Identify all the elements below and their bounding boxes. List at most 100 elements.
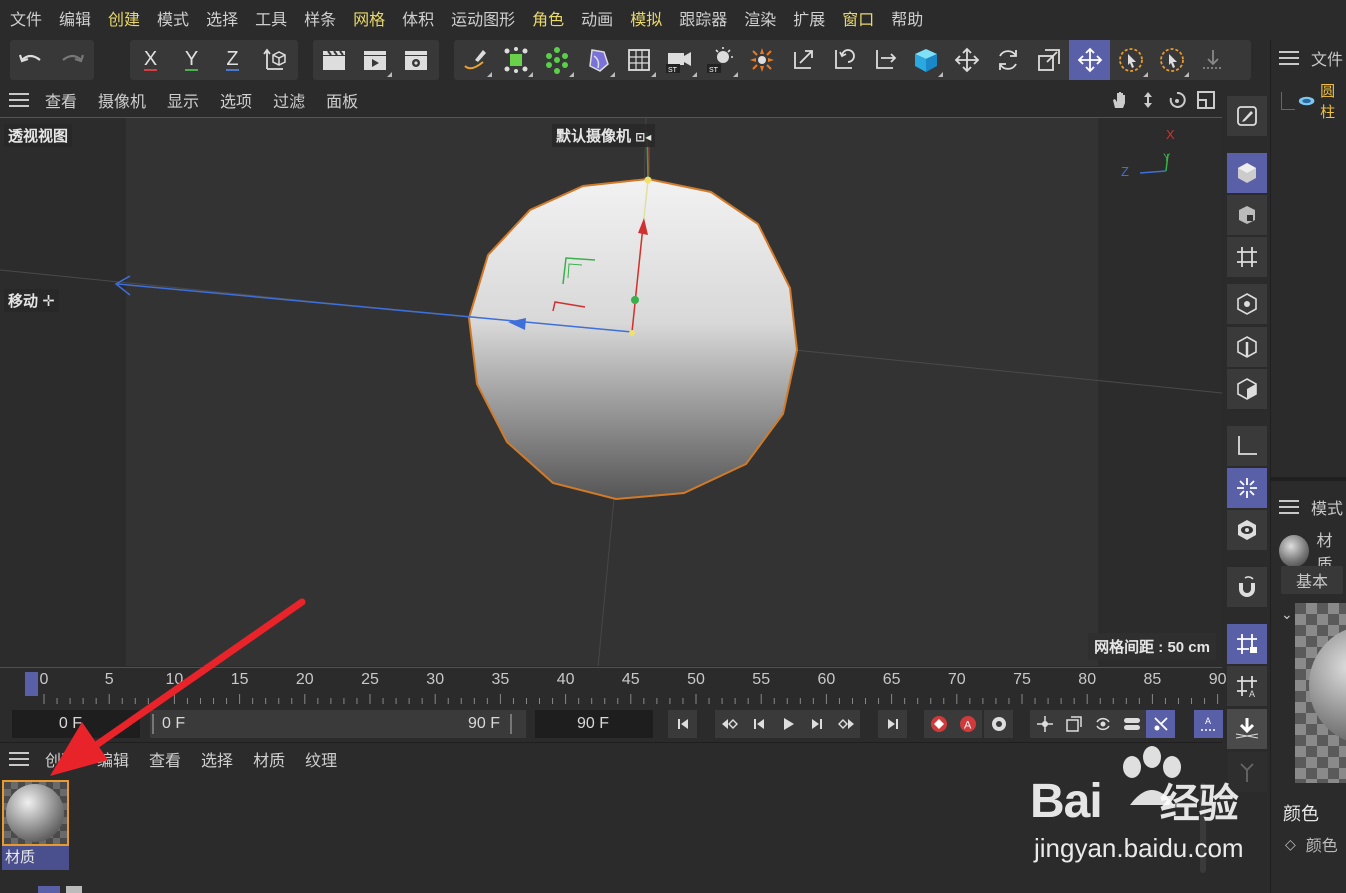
- z-axis-lock-button[interactable]: Z: [212, 40, 253, 80]
- viewport-menu-item[interactable]: 显示: [167, 88, 199, 112]
- drop-to-floor-button[interactable]: [1192, 40, 1233, 80]
- align-to-spline-button[interactable]: [1227, 752, 1267, 792]
- cloner-button[interactable]: [536, 40, 577, 80]
- menu-item[interactable]: 选择: [206, 6, 238, 30]
- previous-frame-button[interactable]: [744, 710, 773, 738]
- make-editable-button[interactable]: [1227, 96, 1267, 136]
- perspective-viewport[interactable]: X Y Z 透视视图 默认摄像机 ⊡◂ 移动 ✛ 网格间距 : 50 cm: [0, 117, 1222, 666]
- menu-item[interactable]: 角色: [532, 6, 564, 30]
- attribute-mode-menu[interactable]: 模式: [1311, 495, 1343, 519]
- material-menu-item[interactable]: 选择: [201, 747, 233, 771]
- material-menu-icon[interactable]: [9, 751, 29, 766]
- points-mode-button[interactable]: [1227, 284, 1267, 324]
- color-property-row[interactable]: ◇ 颜色: [1285, 832, 1338, 856]
- menu-item[interactable]: 帮助: [891, 6, 923, 30]
- workplane-button[interactable]: [1227, 237, 1267, 277]
- redo-button[interactable]: [51, 40, 92, 80]
- key-position-button[interactable]: [1030, 710, 1059, 738]
- menu-item[interactable]: 模式: [157, 6, 189, 30]
- dolly-arrows-icon[interactable]: [1138, 90, 1158, 110]
- menu-item[interactable]: 模拟: [630, 6, 662, 30]
- material-menu-item[interactable]: 材质: [253, 747, 285, 771]
- next-frame-button[interactable]: [802, 710, 831, 738]
- coordinate-system-button[interactable]: [253, 40, 294, 80]
- range-handle[interactable]: [510, 714, 512, 734]
- key-pla-button[interactable]: [1146, 710, 1175, 738]
- rotate-arrow-button[interactable]: [823, 40, 864, 80]
- visibility-mode-button[interactable]: [1227, 510, 1267, 550]
- viewport-menu-item[interactable]: 过滤: [273, 88, 305, 112]
- menu-item[interactable]: 跟踪器: [679, 6, 727, 30]
- end-frame-field[interactable]: 90 F: [535, 710, 653, 738]
- viewport-menu-item[interactable]: 选项: [220, 88, 252, 112]
- selection-tool-button[interactable]: [1110, 40, 1151, 80]
- scale-arrow-button[interactable]: [782, 40, 823, 80]
- viewport-menu-icon[interactable]: [9, 93, 29, 107]
- material-menu-item[interactable]: 创建: [45, 747, 77, 771]
- grid-view-icon[interactable]: [38, 886, 60, 893]
- attribute-menu-icon[interactable]: [1279, 500, 1299, 514]
- material-menu-item[interactable]: 查看: [149, 747, 181, 771]
- timeline-mode-button[interactable]: A: [1194, 710, 1223, 738]
- field-grid-button[interactable]: [618, 40, 659, 80]
- keyframe-settings-button[interactable]: [984, 710, 1013, 738]
- menu-item[interactable]: 样条: [304, 6, 336, 30]
- lock-workplane-button[interactable]: [1227, 624, 1267, 664]
- list-view-icon[interactable]: [66, 886, 82, 893]
- menu-item[interactable]: 文件: [10, 6, 42, 30]
- spline-pen-button[interactable]: [454, 40, 495, 80]
- key-rotation-button[interactable]: [1088, 710, 1117, 738]
- timeline-ruler[interactable]: 0 5 10 15 20 25 30 35 40 45 50 55 60 65 70 75 80 85 90: [0, 667, 1226, 707]
- model-mode-button[interactable]: [1227, 153, 1267, 193]
- autokey-button[interactable]: A: [953, 710, 982, 738]
- render-to-picture-viewer-button[interactable]: [354, 40, 395, 80]
- play-button[interactable]: [773, 710, 802, 738]
- collapse-chevron-icon[interactable]: ⌄: [1281, 606, 1293, 623]
- texture-mode-button[interactable]: [1227, 195, 1267, 235]
- menu-item[interactable]: 网格: [353, 6, 385, 30]
- snap-magnet-button[interactable]: [1227, 567, 1267, 607]
- next-key-button[interactable]: [831, 710, 860, 738]
- material-menu-item[interactable]: 编辑: [97, 747, 129, 771]
- create-primitive-button[interactable]: [495, 40, 536, 80]
- material-name[interactable]: 材质: [2, 846, 69, 870]
- viewport-menu-item[interactable]: 摄像机: [98, 88, 146, 112]
- undo-button[interactable]: [10, 40, 51, 80]
- go-to-start-button[interactable]: [668, 710, 697, 738]
- previous-key-button[interactable]: [715, 710, 744, 738]
- key-scale-button[interactable]: [1059, 710, 1088, 738]
- object-manager-file-menu[interactable]: 文件: [1311, 46, 1343, 70]
- object-tree-row[interactable]: 圆柱: [1281, 80, 1346, 122]
- x-axis-lock-button[interactable]: X: [130, 40, 171, 80]
- maximize-view-icon[interactable]: [1196, 90, 1216, 110]
- render-settings-button[interactable]: [395, 40, 436, 80]
- snap-center-button[interactable]: [741, 40, 782, 80]
- menu-item[interactable]: 运动图形: [451, 6, 515, 30]
- menu-item[interactable]: 窗口: [842, 6, 874, 30]
- menu-item[interactable]: 动画: [581, 6, 613, 30]
- edges-mode-button[interactable]: [1227, 327, 1267, 367]
- record-keys-button[interactable]: [924, 710, 953, 738]
- selection-tool-alt-button[interactable]: [1151, 40, 1192, 80]
- polygons-mode-button[interactable]: [1227, 369, 1267, 409]
- menu-item[interactable]: 渲染: [744, 6, 776, 30]
- menu-item[interactable]: 体积: [402, 6, 434, 30]
- material-thumbnail[interactable]: [2, 780, 69, 846]
- go-to-end-button[interactable]: [878, 710, 907, 738]
- deformer-button[interactable]: [577, 40, 618, 80]
- material-scrollbar[interactable]: [1200, 783, 1206, 873]
- object-manager-menu-icon[interactable]: [1279, 51, 1299, 65]
- viewport-menu-item[interactable]: 查看: [45, 88, 77, 112]
- light-button[interactable]: ST: [700, 40, 741, 80]
- viewport-menu-item[interactable]: 面板: [326, 88, 358, 112]
- orbit-icon[interactable]: [1167, 90, 1187, 110]
- material-menu-item[interactable]: 纹理: [305, 747, 337, 771]
- move-tool-button[interactable]: [946, 40, 987, 80]
- live-selection-move-button[interactable]: [1069, 40, 1110, 80]
- menu-item[interactable]: 编辑: [59, 6, 91, 30]
- render-view-button[interactable]: [313, 40, 354, 80]
- axis-mode-button[interactable]: [1227, 426, 1267, 466]
- y-axis-lock-button[interactable]: Y: [171, 40, 212, 80]
- rotate-tool-button[interactable]: [987, 40, 1028, 80]
- tab-basic[interactable]: 基本: [1281, 566, 1343, 594]
